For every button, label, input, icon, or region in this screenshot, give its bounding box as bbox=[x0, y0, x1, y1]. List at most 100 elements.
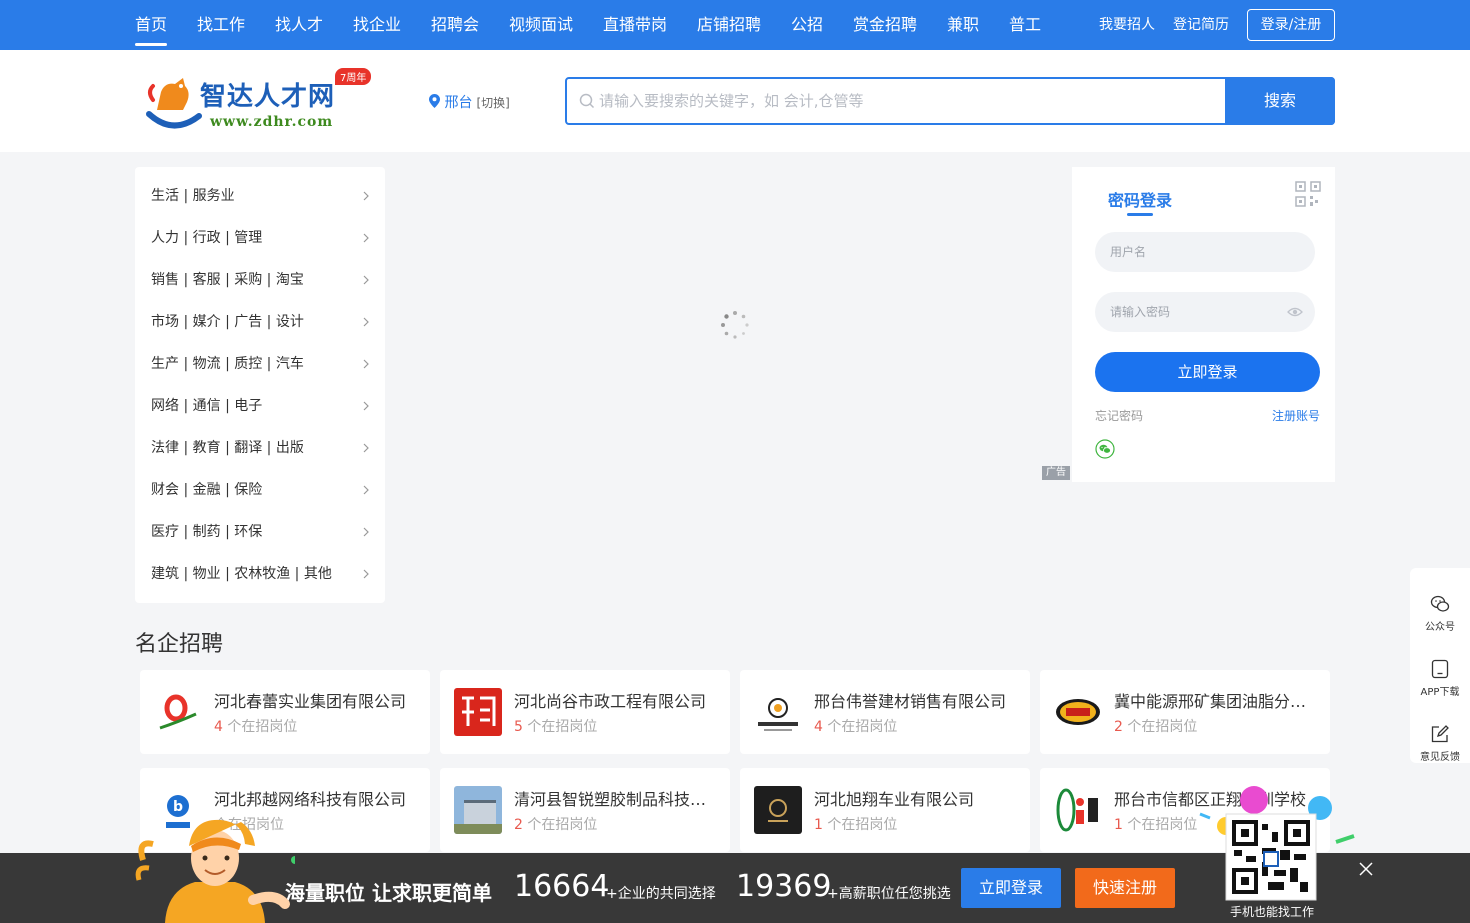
category-item[interactable]: 网络 | 通信 | 电子 bbox=[135, 385, 385, 427]
logo-text: 智达人才网 bbox=[200, 82, 336, 112]
chevron-right-icon bbox=[363, 317, 369, 327]
anniversary-badge: 7周年 bbox=[335, 68, 372, 85]
rocking-horse-logo-icon bbox=[146, 78, 202, 129]
nav-general-worker[interactable]: 普工 bbox=[1009, 0, 1041, 50]
promo-register-button[interactable]: 快速注册 bbox=[1075, 868, 1175, 908]
chevron-right-icon bbox=[363, 443, 369, 453]
xuxiang-logo-icon bbox=[754, 786, 802, 834]
job-count: 19369 bbox=[736, 869, 832, 904]
edit-icon bbox=[1431, 725, 1449, 743]
login-submit-button[interactable]: 立即登录 bbox=[1095, 352, 1320, 392]
company-card[interactable]: 邢台伟誉建材销售有限公司 4 个在招岗位 bbox=[740, 670, 1030, 754]
job-count-note: +高薪职位任您挑选 bbox=[827, 886, 951, 902]
nav-live[interactable]: 直播带岗 bbox=[603, 0, 667, 50]
jizhong-logo-icon bbox=[1054, 688, 1102, 736]
city-switch-link[interactable]: [切换] bbox=[476, 96, 509, 110]
search-box: 搜索 bbox=[565, 77, 1335, 125]
nav-find-talent[interactable]: 找人才 bbox=[275, 0, 323, 50]
category-item[interactable]: 人力 | 行政 | 管理 bbox=[135, 217, 385, 259]
site-header: 智达人才网 www.zdhr.com 7周年 邢台[切换] 搜索 bbox=[0, 50, 1470, 152]
company-logo bbox=[1054, 688, 1102, 736]
app-qr-code-icon bbox=[1199, 786, 1355, 901]
shanggu-logo-icon bbox=[454, 688, 502, 736]
category-item[interactable]: 医疗 | 制药 | 环保 bbox=[135, 511, 385, 553]
site-logo[interactable]: 智达人才网 www.zdhr.com 7周年 bbox=[143, 68, 383, 138]
nav-find-job[interactable]: 找工作 bbox=[197, 0, 245, 50]
chevron-right-icon bbox=[363, 359, 369, 369]
company-card[interactable]: 冀中能源邢矿集团油脂分公司 2 个在招岗位 bbox=[1040, 670, 1330, 754]
top-nav: 首页 找工作 找人才 找企业 招聘会 视频面试 直播带岗 店铺招聘 公招 赏金招… bbox=[0, 0, 1470, 50]
mascot-illustration-icon bbox=[135, 819, 295, 923]
category-item[interactable]: 生产 | 物流 | 质控 | 汽车 bbox=[135, 343, 385, 385]
wechat-icon bbox=[1430, 595, 1450, 612]
company-card[interactable]: 河北旭翔车业有限公司 1 个在招岗位 bbox=[740, 768, 1030, 852]
chevron-right-icon bbox=[363, 527, 369, 537]
category-item[interactable]: 市场 | 媒介 | 广告 | 设计 bbox=[135, 301, 385, 343]
post-job-link[interactable]: 我要招人 bbox=[1099, 0, 1155, 50]
company-card[interactable]: 河北春蕾实业集团有限公司 4 个在招岗位 bbox=[140, 670, 430, 754]
search-icon bbox=[579, 93, 595, 109]
register-account-link[interactable]: 注册账号 bbox=[1272, 407, 1320, 424]
password-login-tab[interactable]: 密码登录 bbox=[1108, 187, 1172, 211]
phone-icon bbox=[1431, 659, 1449, 679]
nav-public-recruit[interactable]: 公招 bbox=[791, 0, 823, 50]
side-feedback[interactable]: 意见反馈 bbox=[1410, 708, 1470, 768]
side-wechat-label: 公众号 bbox=[1425, 622, 1455, 633]
chunlei-logo-icon bbox=[154, 688, 202, 736]
side-app-download[interactable]: APP下载 bbox=[1410, 643, 1470, 703]
company-logo bbox=[454, 786, 502, 834]
password-input[interactable] bbox=[1095, 292, 1275, 332]
side-app-label: APP下载 bbox=[1420, 687, 1460, 698]
search-button[interactable]: 搜索 bbox=[1225, 77, 1335, 125]
side-wechat-official[interactable]: 公众号 bbox=[1410, 578, 1470, 638]
promo-slogan: 海量职位 让求职更简单 bbox=[285, 881, 492, 905]
banner-carousel[interactable]: 广告 bbox=[395, 167, 1072, 482]
company-logo bbox=[154, 688, 202, 736]
city-name: 邢台 bbox=[444, 95, 473, 111]
username-input[interactable] bbox=[1095, 232, 1275, 272]
login-panel: 密码登录 立即登录 忘记密码 注册账号 bbox=[1072, 167, 1335, 482]
promo-login-button[interactable]: 立即登录 bbox=[961, 868, 1061, 908]
company-card[interactable]: 清河县智锐塑胶制品科技有限公司 2 个在招岗位 bbox=[440, 768, 730, 852]
chevron-right-icon bbox=[363, 233, 369, 243]
company-logo bbox=[1054, 786, 1102, 834]
weiyu-logo-icon bbox=[754, 688, 802, 736]
qr-code-icon[interactable] bbox=[1295, 181, 1321, 207]
login-register-button[interactable]: 登录/注册 bbox=[1247, 9, 1335, 41]
nav-shop-recruit[interactable]: 店铺招聘 bbox=[697, 0, 761, 50]
eye-icon[interactable] bbox=[1287, 305, 1303, 319]
category-item[interactable]: 生活 | 服务业 bbox=[135, 175, 385, 217]
category-item[interactable]: 法律 | 教育 | 翻译 | 出版 bbox=[135, 427, 385, 469]
nav-part-time[interactable]: 兼职 bbox=[947, 0, 979, 50]
qr-caption: 手机也能找工作 bbox=[1229, 905, 1314, 919]
location-pin-icon bbox=[429, 94, 440, 108]
category-item[interactable]: 销售 | 客服 | 采购 | 淘宝 bbox=[135, 259, 385, 301]
post-resume-link[interactable]: 登记简历 bbox=[1173, 0, 1229, 50]
nav-home[interactable]: 首页 bbox=[135, 0, 168, 50]
side-float-bar: 公众号 APP下载 意见反馈 bbox=[1410, 568, 1470, 763]
loading-spinner-icon bbox=[721, 311, 749, 339]
company-card[interactable]: 河北尚谷市政工程有限公司 5 个在招岗位 bbox=[440, 670, 730, 754]
famous-companies-title: 名企招聘 bbox=[135, 632, 224, 657]
nav-video-interview[interactable]: 视频面试 bbox=[509, 0, 573, 50]
category-item[interactable]: 财会 | 金融 | 保险 bbox=[135, 469, 385, 511]
search-input[interactable] bbox=[599, 79, 1219, 123]
zhengxiang-logo-icon bbox=[1054, 786, 1102, 834]
nav-find-company[interactable]: 找企业 bbox=[353, 0, 401, 50]
category-item[interactable]: 建筑 | 物业 | 农林牧渔 | 其他 bbox=[135, 553, 385, 595]
category-menu: 生活 | 服务业 人力 | 行政 | 管理 销售 | 客服 | 采购 | 淘宝 … bbox=[135, 167, 385, 603]
company-count: 16664 bbox=[514, 869, 610, 904]
wechat-login-icon[interactable] bbox=[1095, 439, 1115, 459]
side-feedback-label: 意见反馈 bbox=[1420, 752, 1460, 763]
nav-bounty[interactable]: 赏金招聘 bbox=[853, 0, 917, 50]
password-field-wrap bbox=[1095, 292, 1315, 332]
close-icon[interactable] bbox=[1358, 861, 1374, 877]
forgot-password-link[interactable]: 忘记密码 bbox=[1095, 407, 1143, 424]
nav-job-fair[interactable]: 招聘会 bbox=[431, 0, 479, 50]
city-selector[interactable]: 邢台 [切换] bbox=[429, 92, 510, 112]
chevron-right-icon bbox=[363, 401, 369, 411]
chevron-right-icon bbox=[363, 485, 369, 495]
company-logo bbox=[754, 688, 802, 736]
tab-underline bbox=[1127, 213, 1153, 216]
company-logo bbox=[754, 786, 802, 834]
